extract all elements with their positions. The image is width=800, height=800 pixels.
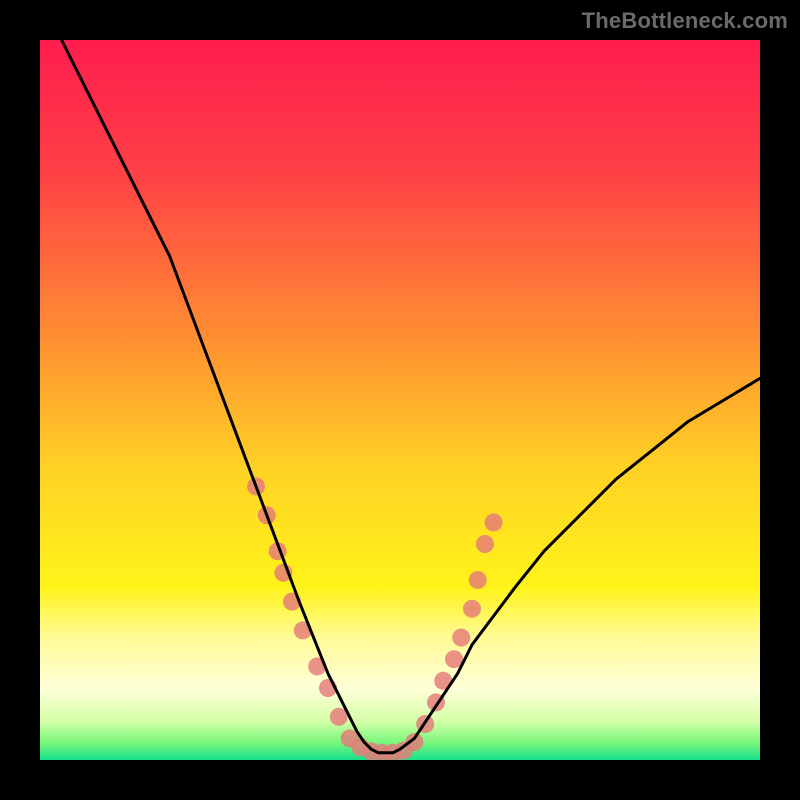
- bottleneck-curve: [62, 40, 760, 753]
- watermark-text: TheBottleneck.com: [582, 8, 788, 34]
- plot-area: [40, 40, 760, 760]
- highlight-dots-group: [247, 477, 503, 760]
- highlight-dot: [452, 629, 470, 647]
- highlight-dot: [463, 600, 481, 618]
- chart-frame: TheBottleneck.com: [0, 0, 800, 800]
- highlight-dot: [476, 535, 494, 553]
- highlight-dot: [485, 513, 503, 531]
- chart-svg: [40, 40, 760, 760]
- highlight-dot: [469, 571, 487, 589]
